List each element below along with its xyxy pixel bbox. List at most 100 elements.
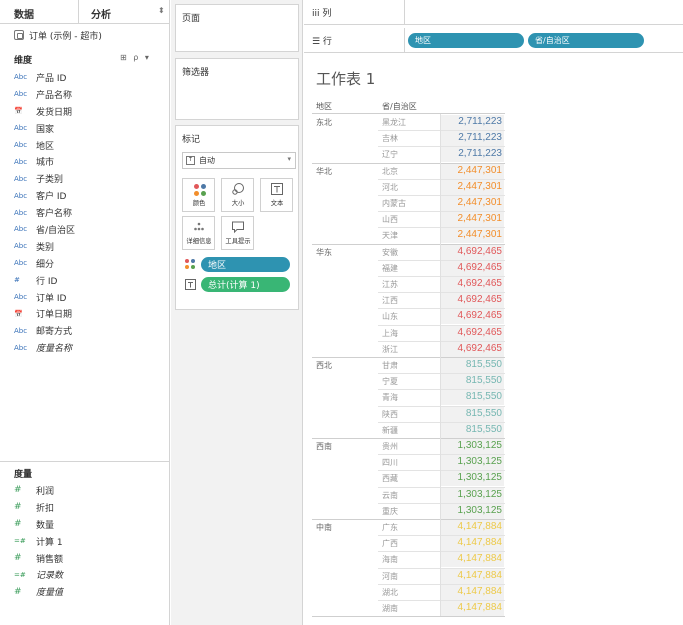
string-type-icon: Abc [14, 90, 28, 99]
dimension-field[interactable]: 📅 发货日期 [14, 103, 164, 120]
province-label: 辽宁 [382, 150, 398, 160]
value-label: 4,147,884 [457, 602, 503, 613]
row-line [378, 502, 505, 504]
field-name: 度量名称 [36, 344, 73, 355]
datasource-icon [14, 30, 24, 40]
value-label: 815,550 [465, 359, 502, 370]
rows-label: ☰ 行 [312, 37, 332, 47]
string-type-icon: Abc [14, 191, 28, 200]
region-row-pill[interactable]: 地区 [408, 33, 524, 48]
measure-field[interactable]: # 利润 [14, 482, 164, 499]
field-name: 销售额 [36, 554, 64, 565]
field-name: 产品 ID [36, 73, 67, 84]
province-label: 广东 [382, 523, 398, 532]
dimension-field[interactable]: Abc 邮寄方式 [14, 322, 164, 339]
marks-type-dropdown[interactable]: T 自动 ▾ [182, 152, 296, 169]
columns-shelf[interactable]: iii 列 [304, 0, 683, 25]
filters-label: 筛选器 [182, 68, 210, 78]
dimension-field[interactable]: Abc 省/自治区 [14, 221, 164, 238]
province-label: 内蒙古 [382, 199, 406, 208]
measure-field[interactable]: =# 计算 1 [14, 533, 164, 550]
color-button[interactable]: 颜色 [182, 178, 215, 212]
province-label: 重庆 [382, 506, 398, 516]
rows-shelf[interactable]: ☰ 行 地区 省/自治区 [304, 28, 683, 53]
region-label: 东北 [316, 118, 332, 127]
value-label: 4,692,465 [457, 310, 503, 322]
province-label: 四川 [382, 458, 398, 468]
row-line [378, 211, 505, 213]
province-label: 青海 [382, 393, 398, 403]
dimension-field[interactable]: Abc 城市 [14, 153, 164, 170]
value-label: 2,711,223 [458, 132, 502, 144]
filters-card[interactable]: 筛选器 [175, 58, 299, 120]
value-label: 4,692,465 [457, 278, 503, 289]
dimension-field[interactable]: Abc 订单 ID [14, 289, 164, 306]
string-type-icon: Abc [14, 73, 28, 82]
row-line [378, 340, 505, 342]
value-label: 2,447,301 [457, 180, 503, 192]
tab-analysis[interactable]: 分析 [91, 6, 111, 21]
field-name: 记录数 [36, 571, 64, 582]
dimension-field[interactable]: Abc 国家 [14, 120, 164, 137]
region-label: 西北 [316, 361, 332, 370]
measure-field[interactable]: # 销售额 [14, 550, 164, 567]
header-region: 地区 [316, 102, 332, 111]
dimension-field[interactable]: Abc 细分 [14, 255, 164, 272]
string-type-icon: Abc [14, 242, 28, 251]
value-label: 1,303,125 [457, 456, 503, 468]
size-button[interactable]: 大小 [221, 178, 254, 212]
marks-label: 标记 [182, 135, 201, 145]
dimension-field[interactable]: 📅 订单日期 [14, 305, 164, 322]
dimension-field[interactable]: Abc 类别 [14, 238, 164, 255]
dimensions-tools[interactable]: ⊞ ρ ▾ [120, 53, 151, 62]
field-name: 折扣 [36, 503, 55, 514]
dimension-field[interactable]: Abc 度量名称 [14, 339, 164, 356]
province-label: 甘肃 [382, 361, 398, 370]
province-label: 河南 [382, 571, 398, 581]
value-label: 4,147,884 [457, 569, 503, 581]
text-button-label: 文本 [270, 199, 283, 207]
dimensions-list: Abc 产品 ID Abc 产品名称 📅 发货日期 Abc 国家 Abc 地区 Abc 城市 Abc 子类… [14, 69, 164, 356]
region-color-pill[interactable]: 地区 [201, 257, 290, 272]
dimension-field[interactable]: Abc 客户名称 [14, 204, 164, 221]
province-label: 山西 [382, 215, 398, 225]
field-name: 订单日期 [36, 310, 73, 321]
pane-menu-icon[interactable]: ⬍ [158, 6, 165, 15]
row-line [378, 130, 505, 132]
pages-card[interactable]: 页面 [175, 4, 299, 52]
detail-button[interactable]: 详细信息 [182, 216, 215, 250]
string-type-icon: Abc [14, 326, 28, 335]
calc-text-pill[interactable]: 总计(计算 1) [201, 277, 290, 292]
field-name: 发货日期 [36, 107, 73, 118]
string-type-icon: Abc [14, 174, 28, 183]
datasource-item[interactable]: 订单 (示例 - 超市) [14, 28, 102, 42]
tab-data[interactable]: 数据 [14, 6, 34, 21]
province-row-pill[interactable]: 省/自治区 [528, 33, 644, 48]
row-line [378, 146, 505, 148]
string-type-icon: Abc [14, 293, 28, 302]
row-line [378, 600, 505, 601]
measure-field[interactable]: =# 记录数 [14, 566, 164, 583]
text-icon [270, 183, 283, 195]
dimension-field[interactable]: Abc 产品名称 [14, 86, 164, 103]
dimension-field[interactable]: Abc 客户 ID [14, 187, 164, 204]
pages-label: 页面 [182, 14, 201, 24]
row-line [378, 227, 505, 229]
row-line [378, 535, 505, 537]
dimension-field[interactable]: Abc 地区 [14, 137, 164, 154]
text-button[interactable]: 文本 [260, 178, 293, 212]
string-type-icon: Abc [14, 141, 28, 149]
string-type-icon: Abc [14, 225, 28, 234]
province-label: 天津 [382, 231, 398, 241]
tooltip-button[interactable]: 工具提示 [221, 216, 254, 250]
detail-icon [193, 222, 204, 231]
dimension-field[interactable]: Abc 产品 ID [14, 69, 164, 86]
dimension-field[interactable]: # 行 ID [14, 272, 164, 289]
columns-label: iii 列 [312, 9, 332, 19]
measure-field[interactable]: # 数量 [14, 516, 164, 533]
string-type-icon: Abc [14, 157, 28, 166]
measure-field[interactable]: # 折扣 [14, 499, 164, 516]
value-label: 2,447,301 [457, 213, 503, 225]
measure-field[interactable]: # 度量值 [14, 583, 164, 600]
dimension-field[interactable]: Abc 子类别 [14, 170, 164, 187]
